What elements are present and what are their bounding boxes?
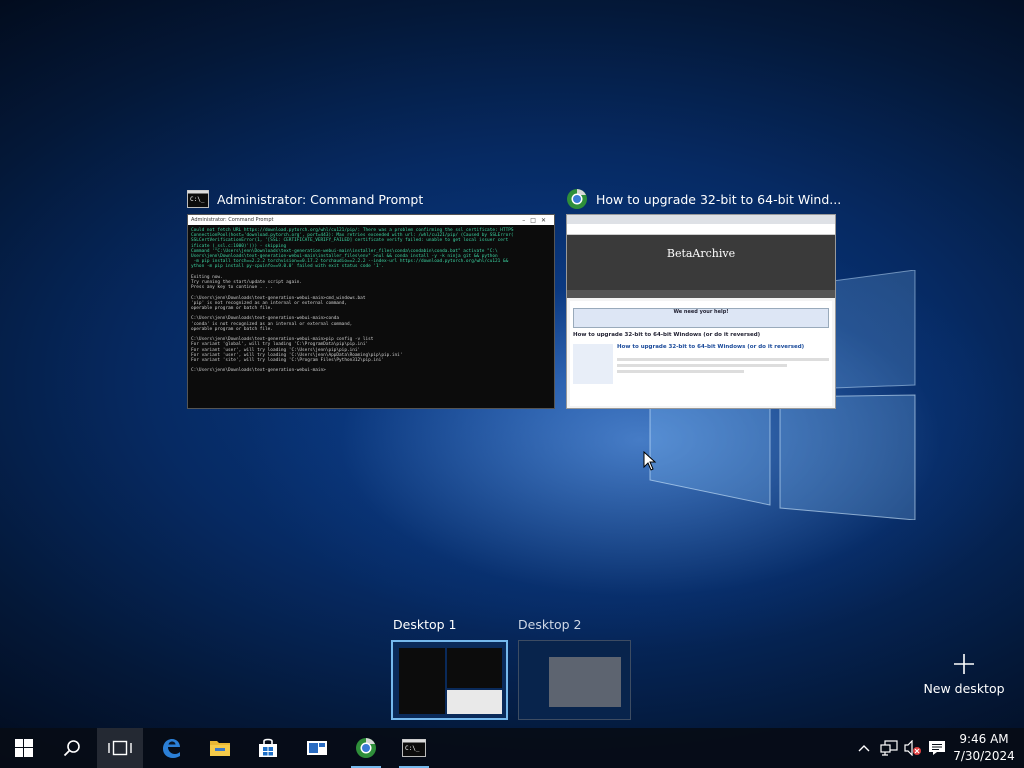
window-title-chrome[interactable]: How to upgrade 32-bit to 64-bit Wind... (566, 188, 841, 210)
page-title: How to upgrade 32-bit to 64-bit Windows … (573, 332, 761, 338)
store-button[interactable] (245, 728, 291, 768)
task-view-icon (108, 740, 132, 756)
window-title-text: How to upgrade 32-bit to 64-bit Wind... (596, 191, 842, 207)
cmd-window-thumbnail[interactable]: Administrator: Command Prompt –□✕ Could … (187, 214, 555, 409)
clock[interactable]: 9:46 AM 7/30/2024 (948, 731, 1020, 765)
window-title-text: Administrator: Command Prompt (217, 191, 424, 207)
cmd-icon: C:\_ (402, 739, 426, 757)
store-icon (259, 738, 277, 757)
chrome-taskbar-button[interactable] (343, 728, 389, 768)
plus-icon (954, 654, 974, 674)
file-explorer-button[interactable] (197, 728, 243, 768)
file-explorer-icon (210, 741, 230, 756)
search-button[interactable] (50, 728, 94, 768)
site-nav (567, 290, 835, 298)
app-icon (307, 741, 327, 755)
edge-icon (163, 739, 180, 758)
browser-tabstrip (567, 215, 835, 224)
post-title: How to upgrade 32-bit to 64-bit Windows … (617, 344, 805, 350)
edge-button[interactable] (148, 728, 194, 768)
page-content: We need your help! How to upgrade 32-bit… (570, 301, 832, 406)
avatar (573, 344, 613, 384)
cmd-thumb-title: Administrator: Command Prompt (191, 217, 274, 223)
task-view-button[interactable] (97, 728, 143, 768)
new-desktop-button[interactable]: New desktop (920, 652, 1008, 696)
svg-text:C:\_: C:\_ (405, 745, 420, 752)
help-banner: We need your help! (573, 308, 829, 328)
site-header: BetaArchive (567, 235, 835, 290)
action-center-button[interactable] (926, 728, 948, 768)
chevron-up-icon (858, 745, 870, 752)
cmd-taskbar-button[interactable]: C:\_ (391, 728, 437, 768)
network-icon (880, 740, 898, 756)
mouse-cursor-icon (643, 451, 657, 471)
browser-window-thumbnail[interactable]: BetaArchive We need your help! How to up… (566, 214, 836, 409)
taskbar: C:\_ 9:46 AM 7/30/2024 (0, 728, 1024, 768)
volume-button[interactable] (901, 728, 925, 768)
site-logo-text: BetaArchive (666, 247, 736, 260)
show-hidden-icons-button[interactable] (852, 728, 876, 768)
window-controls: –□✕ (522, 216, 551, 224)
desktop-1-thumbnail[interactable] (391, 640, 508, 720)
window-title-cmd[interactable]: C:\_ Administrator: Command Prompt (187, 188, 423, 210)
notification-icon (929, 741, 945, 755)
new-desktop-label: New desktop (923, 681, 1005, 696)
app-button[interactable] (294, 728, 340, 768)
help-banner-text: We need your help! (673, 309, 729, 315)
network-button[interactable] (877, 728, 901, 768)
desktop-2-label[interactable]: Desktop 2 (518, 617, 581, 632)
start-button[interactable] (4, 728, 44, 768)
search-icon (63, 740, 80, 757)
cmd-line: SSLCertVerificationError(1, '[SSL: CERTI… (191, 238, 509, 244)
chrome-icon (356, 738, 376, 758)
chrome-icon (567, 189, 587, 209)
clock-time: 9:46 AM (959, 732, 1009, 746)
clock-date: 7/30/2024 (953, 749, 1015, 763)
start-icon (15, 739, 33, 757)
desktop-1-label[interactable]: Desktop 1 (393, 617, 456, 632)
desktop-2-thumbnail[interactable] (518, 640, 631, 720)
cmd-output: Could not fetch URL https://download.pyt… (188, 225, 554, 377)
cmd-icon: C:\_ (187, 190, 209, 208)
svg-text:C:\_: C:\_ (190, 196, 205, 203)
volume-muted-icon (904, 740, 921, 756)
cmd-line: C:\Users\jenn\Downloads\text-generation-… (191, 368, 326, 374)
browser-address-bar (567, 224, 835, 235)
